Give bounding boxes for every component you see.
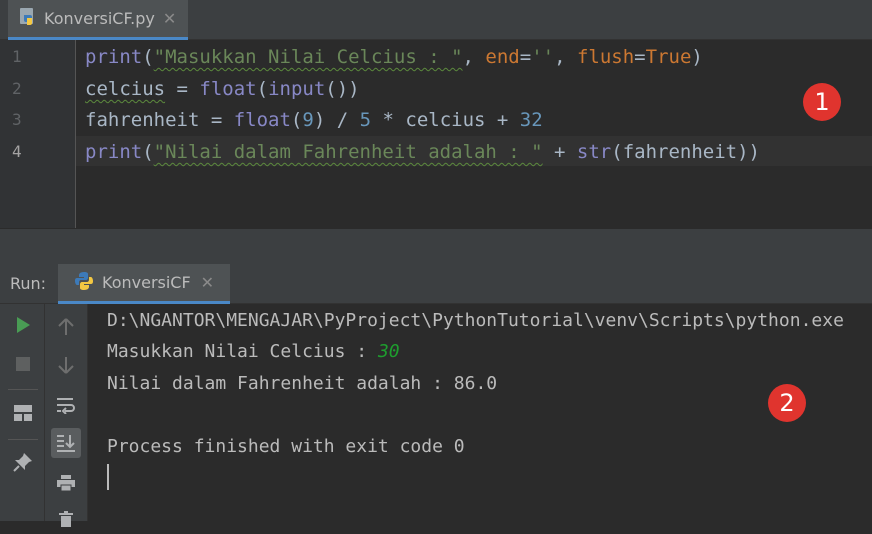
token-fn: input (268, 78, 326, 100)
token-kwarg: end (485, 46, 520, 68)
stop-icon[interactable] (8, 349, 38, 379)
line-number: 2 (12, 79, 22, 98)
token-fn: print (85, 46, 143, 68)
console-user-input: 30 (377, 341, 400, 362)
token-bool: True (645, 46, 692, 68)
token: = (634, 46, 646, 68)
token-fn: float (199, 78, 257, 100)
token-number: 5 (359, 109, 372, 131)
console-line: Masukkan Nilai Celcius : 30 (107, 337, 400, 367)
line-number-gutter: 1 2 3 4 (0, 40, 76, 228)
console-line: Process finished with exit code 0 (107, 436, 465, 457)
token: / (325, 109, 360, 131)
token-fn: float (233, 109, 291, 131)
run-console-output[interactable]: D:\NGANTOR\MENGAJAR\PyProject\PythonTuto… (88, 304, 872, 521)
console-line: Nilai dalam Fahrenheit adalah : 86.0 (107, 373, 498, 394)
editor-tab-konversicf[interactable]: KonversiCF.py ✕ (8, 0, 188, 40)
up-arrow-icon[interactable] (51, 312, 81, 342)
run-toolbar-secondary (45, 304, 88, 527)
console-prompt: Masukkan Nilai Celcius : (107, 341, 378, 362)
token: ) (691, 46, 703, 68)
down-arrow-icon[interactable] (51, 350, 81, 380)
token: * celcius + (371, 109, 520, 131)
run-tab-konversicf[interactable]: KonversiCF ✕ (58, 264, 230, 304)
print-icon[interactable] (51, 468, 81, 498)
code-line-3[interactable]: fahrenheit = float(9) / 5 * celcius + 32 (85, 105, 543, 135)
token: ( (290, 109, 303, 131)
scroll-to-end-icon[interactable] (51, 428, 81, 458)
console-line: D:\NGANTOR\MENGAJAR\PyProject\PythonTuto… (107, 310, 844, 331)
token-number: 9 (302, 109, 314, 131)
token: = (519, 46, 532, 68)
token-var: fahrenheit (85, 109, 200, 131)
token-fn: print (85, 141, 143, 163)
code-line-1[interactable]: print("Masukkan Nilai Celcius : ", end='… (85, 42, 703, 72)
code-line-4[interactable]: print("Nilai dalam Fahrenheit adalah : "… (85, 137, 760, 167)
token-string: "Nilai dalam Fahrenheit adalah : " (153, 141, 543, 163)
annotation-marker-1: 1 (803, 83, 841, 121)
token: (fahrenheit)) (611, 141, 760, 163)
code-editor[interactable]: 1 2 3 4 print("Masukkan Nilai Celcius : … (0, 40, 872, 228)
line-number: 4 (12, 142, 22, 161)
editor-tab-bar: KonversiCF.py ✕ (0, 0, 872, 40)
toolbar-divider (8, 439, 38, 440)
token: = (165, 78, 200, 100)
token: ()) (325, 78, 360, 100)
code-line-2[interactable]: celcius = float(input()) (85, 74, 360, 104)
layout-icon[interactable] (8, 398, 38, 428)
toolbar-divider (8, 389, 38, 390)
token: + (542, 141, 577, 163)
panel-separator[interactable] (0, 228, 872, 264)
token: ( (256, 78, 269, 100)
token-number: 32 (519, 109, 543, 131)
close-icon[interactable]: ✕ (201, 273, 214, 292)
text-caret (107, 464, 109, 490)
soft-wrap-icon[interactable] (51, 390, 81, 420)
editor-tab-label: KonversiCF.py (44, 9, 155, 28)
token-string: '' (531, 46, 555, 68)
token: ( (142, 141, 154, 163)
token: , (554, 46, 577, 68)
annotation-marker-2: 2 (768, 384, 806, 422)
token-string: "Masukkan Nilai Celcius : " (153, 46, 463, 68)
run-tab-label: KonversiCF (102, 273, 191, 292)
close-icon[interactable]: ✕ (163, 9, 176, 28)
token: , (462, 46, 486, 68)
run-toolbar-primary (0, 304, 45, 521)
token-kwarg: flush (576, 46, 635, 68)
line-number: 3 (12, 110, 22, 129)
python-icon (74, 271, 94, 295)
pin-icon[interactable] (8, 447, 38, 477)
run-tool-window-header: Run: KonversiCF ✕ (0, 264, 872, 304)
python-file-icon (18, 7, 38, 31)
trash-icon[interactable] (51, 504, 81, 534)
token: ( (142, 46, 154, 68)
line-number: 1 (12, 47, 22, 66)
token-fn: str (576, 141, 612, 163)
token: = (199, 109, 234, 131)
token: ) (313, 109, 326, 131)
run-icon[interactable] (8, 310, 38, 340)
run-label: Run: (10, 274, 47, 293)
token-var: celcius (85, 78, 166, 100)
